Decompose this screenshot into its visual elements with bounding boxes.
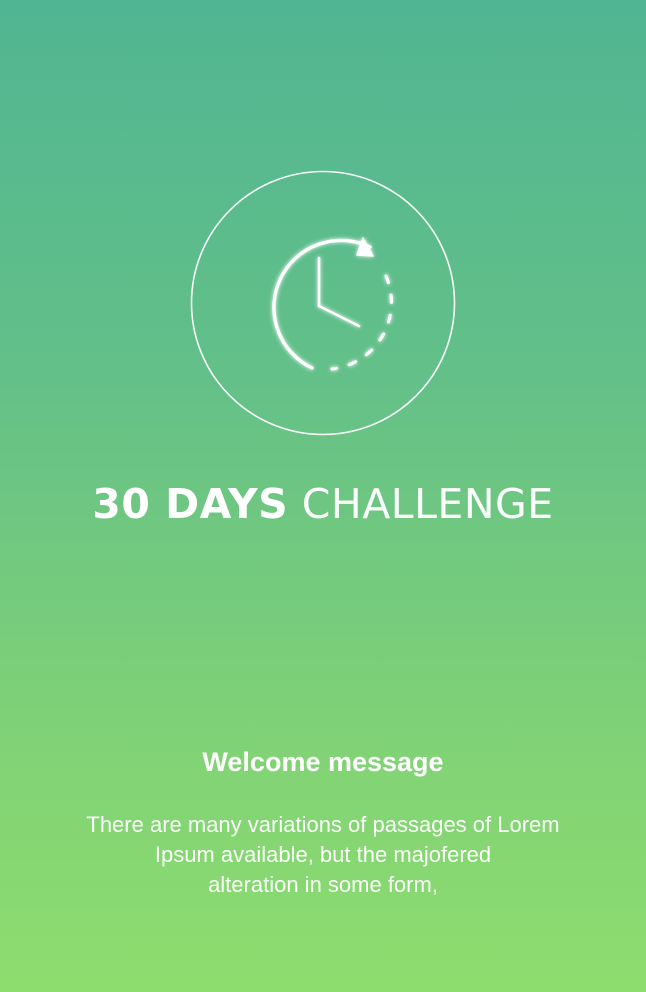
dashed-arc [330,274,394,371]
app-title-light: CHALLENGE [301,480,554,528]
welcome-message: There are many variations of passages of… [53,810,593,900]
app-title: 30 DAYS CHALLENGE [0,476,646,532]
welcome-heading: Welcome message [202,747,444,777]
clock-arc [272,238,372,370]
logo-ring [190,170,456,436]
splash-screen: 30 DAYS CHALLENGE Welcome message There … [0,0,646,992]
logo [190,170,456,436]
welcome-message-line: Ipsum available, but the majofered [154,842,492,867]
welcome-message-line: alteration in some form, [208,872,438,897]
welcome-message-line: There are many variations of passages of… [86,812,560,837]
clock-refresh-icon [190,170,456,436]
clock-hand-minute [317,304,361,328]
app-title-bold: 30 DAYS [92,480,289,528]
